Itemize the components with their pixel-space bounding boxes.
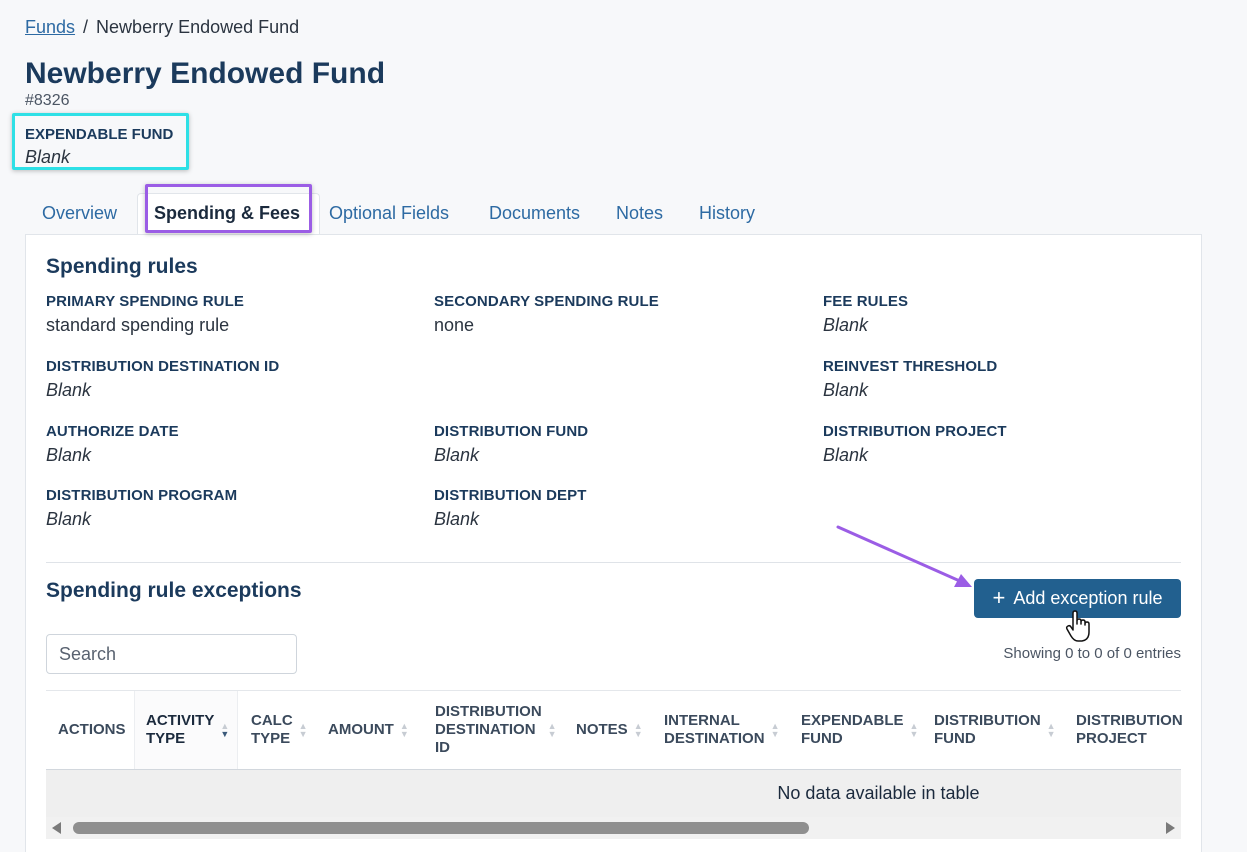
distribution-project-value: Blank — [823, 445, 869, 465]
sort-icon: ▲ ▼ — [399, 721, 409, 739]
column-amount-label: AMOUNT — [328, 721, 394, 738]
column-activity-type[interactable]: ACTIVITY TYPE ▲ ▼ — [134, 691, 238, 769]
column-actions: ACTIONS — [58, 691, 138, 769]
column-notes-label: NOTES — [576, 721, 628, 738]
tab-overview[interactable]: Overview — [42, 203, 117, 224]
scrollbar-thumb[interactable] — [73, 822, 809, 834]
distribution-destination-id-value: Blank — [46, 380, 92, 400]
column-activity-type-label: ACTIVITY TYPE — [146, 712, 215, 747]
authorize-date-label: AUTHORIZE DATE — [46, 423, 179, 440]
sort-icon: ▲ ▼ — [298, 721, 308, 739]
column-actions-label: ACTIONS — [58, 721, 126, 738]
breadcrumb: Funds / Newberry Endowed Fund — [25, 17, 299, 38]
column-distribution-project-label: DISTRIBUTION PROJECT — [1076, 712, 1183, 747]
page-title: Newberry Endowed Fund — [25, 57, 386, 90]
sort-icon: ▲ ▼ — [633, 721, 643, 739]
horizontal-scrollbar[interactable] — [46, 817, 1181, 839]
expendable-fund-value: Blank — [25, 147, 71, 167]
secondary-spending-rule-value: none — [434, 315, 475, 335]
primary-spending-rule-label: PRIMARY SPENDING RULE — [46, 293, 244, 310]
scroll-right-icon[interactable] — [1166, 822, 1175, 834]
spending-rule-exceptions-heading: Spending rule exceptions — [46, 579, 302, 602]
distribution-program-label: DISTRIBUTION PROGRAM — [46, 487, 238, 504]
tab-history[interactable]: History — [699, 203, 755, 224]
column-distribution-fund-label: DISTRIBUTION FUND — [934, 712, 1041, 747]
breadcrumb-current: Newberry Endowed Fund — [96, 17, 300, 37]
column-calc-type-label: CALC TYPE — [251, 712, 293, 747]
entries-count: Showing 0 to 0 of 0 entries — [1003, 645, 1181, 662]
sort-icon: ▲ ▼ — [220, 721, 230, 739]
reinvest-threshold-label: REINVEST THRESHOLD — [823, 358, 998, 375]
column-calc-type[interactable]: CALC TYPE ▲ ▼ — [251, 691, 321, 769]
exceptions-table-header: ACTIONS ACTIVITY TYPE ▲ ▼ CALC TYPE ▲ ▼ AMOU… — [46, 690, 1183, 770]
tab-notes[interactable]: Notes — [616, 203, 663, 224]
sort-icon: ▲ ▼ — [770, 721, 780, 739]
authorize-date-value: Blank — [46, 445, 92, 465]
distribution-program-value: Blank — [46, 509, 92, 529]
column-amount[interactable]: AMOUNT ▲ ▼ — [328, 691, 418, 769]
breadcrumb-funds-link[interactable]: Funds — [25, 17, 75, 37]
expendable-fund-label: EXPENDABLE FUND — [25, 126, 174, 143]
column-expendable-fund[interactable]: EXPENDABLE FUND ▲ ▼ — [801, 691, 921, 769]
tab-bar: Overview Spending & Fees Optional Fields… — [25, 193, 785, 236]
fee-rules-value: Blank — [823, 315, 869, 335]
distribution-dept-value: Blank — [434, 509, 480, 529]
annotation-arrow-icon — [836, 525, 972, 587]
spending-fees-tab-highlight — [145, 184, 312, 233]
tab-documents[interactable]: Documents — [489, 203, 580, 224]
column-internal-destination[interactable]: INTERNAL DESTINATION ▲ ▼ — [664, 691, 794, 769]
exceptions-search-input[interactable] — [46, 634, 297, 674]
sort-icon: ▲ ▼ — [1046, 721, 1056, 739]
add-exception-rule-label: Add exception rule — [1013, 588, 1163, 608]
sort-icon: ▲ ▼ — [909, 721, 919, 739]
tab-optional-fields[interactable]: Optional Fields — [329, 203, 449, 224]
sort-icon: ▲ ▼ — [547, 721, 557, 739]
table-empty-row: No data available in table — [46, 770, 1181, 817]
secondary-spending-rule-label: SECONDARY SPENDING RULE — [434, 293, 659, 310]
distribution-project-label: DISTRIBUTION PROJECT — [823, 423, 1007, 440]
scroll-left-icon[interactable] — [52, 822, 61, 834]
distribution-fund-value: Blank — [434, 445, 480, 465]
column-distribution-destination-id-label: DISTRIBUTION DESTINATION ID — [435, 703, 542, 756]
plus-icon: + — [992, 584, 1006, 610]
distribution-dept-label: DISTRIBUTION DEPT — [434, 487, 587, 504]
hand-cursor-icon — [1065, 610, 1090, 642]
column-notes[interactable]: NOTES ▲ ▼ — [576, 691, 656, 769]
column-expendable-fund-label: EXPENDABLE FUND — [801, 712, 904, 747]
spending-rules-heading: Spending rules — [46, 255, 198, 278]
column-distribution-fund[interactable]: DISTRIBUTION FUND ▲ ▼ — [934, 691, 1064, 769]
fund-id: #8326 — [25, 92, 70, 109]
fee-rules-label: FEE RULES — [823, 293, 909, 310]
distribution-destination-id-label: DISTRIBUTION DESTINATION ID — [46, 358, 280, 375]
column-internal-destination-label: INTERNAL DESTINATION — [664, 712, 765, 747]
section-divider — [46, 562, 1181, 563]
column-distribution-destination-id[interactable]: DISTRIBUTION DESTINATION ID ▲ ▼ — [435, 691, 565, 769]
distribution-fund-label: DISTRIBUTION FUND — [434, 423, 589, 440]
primary-spending-rule-value: standard spending rule — [46, 315, 230, 335]
reinvest-threshold-value: Blank — [823, 380, 869, 400]
column-distribution-project[interactable]: DISTRIBUTION PROJECT — [1076, 691, 1183, 769]
breadcrumb-separator: / — [83, 17, 89, 37]
empty-message: No data available in table — [777, 783, 980, 803]
